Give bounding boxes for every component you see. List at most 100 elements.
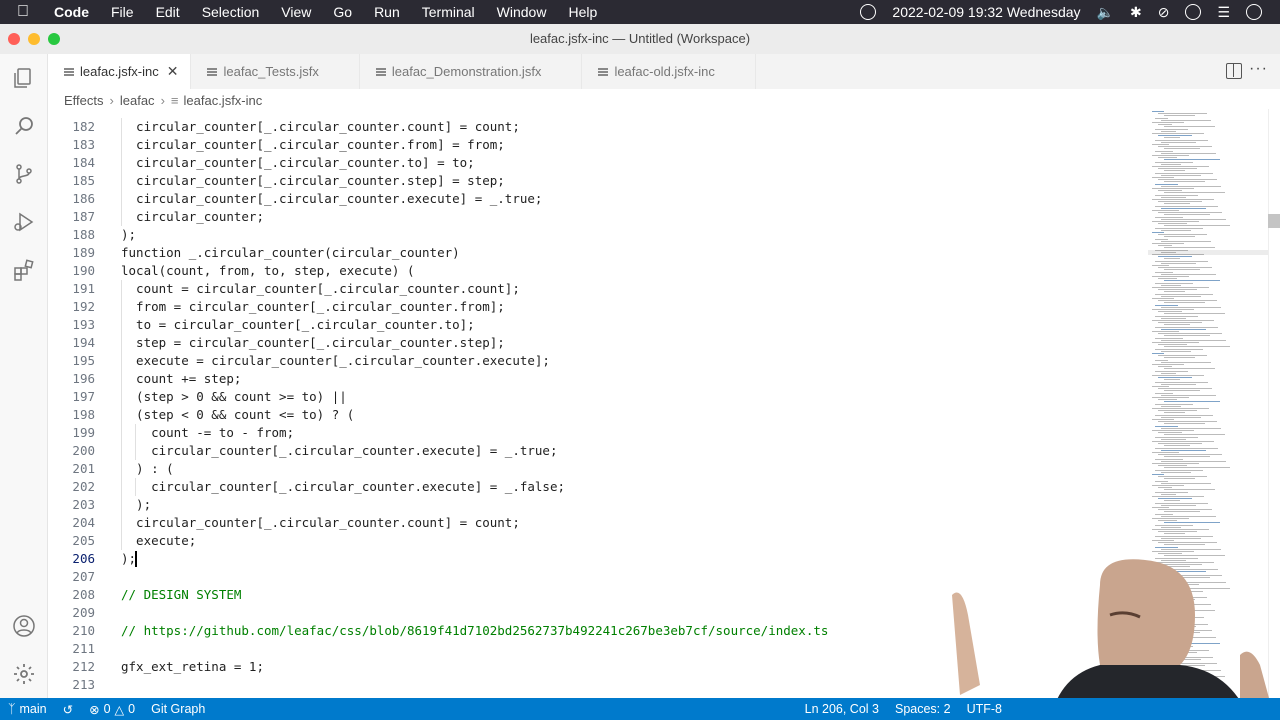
code-line[interactable]: 185 circular_counter[_.circular_counter.… xyxy=(48,172,1148,190)
cursor-position[interactable]: Ln 206, Col 3 xyxy=(797,702,887,716)
wifi-off-icon[interactable]: ⊘ xyxy=(1158,4,1170,21)
search-icon[interactable] xyxy=(12,114,36,138)
code-line[interactable]: 203 ); xyxy=(48,496,1148,514)
code-line[interactable]: 198 (step < 0 && count <= to) ? ( xyxy=(48,406,1148,424)
settings-gear-icon[interactable] xyxy=(12,662,36,686)
tab-leafac-demonstration[interactable]: leafac_Demonstration.jsfx xyxy=(360,54,583,89)
window-title: leafac.jsfx-inc — Untitled (Workspace) xyxy=(529,31,751,46)
code-text: ); xyxy=(121,497,152,512)
control-center-icon[interactable]: ☰ xyxy=(1217,4,1230,21)
code-line[interactable]: 189 function _.circular_counter(circular_… xyxy=(48,244,1148,262)
apple-icon[interactable]:  xyxy=(0,3,46,21)
code-line[interactable]: 183 circular_counter[_.circular_counter.… xyxy=(48,136,1148,154)
code-line[interactable]: 187 circular_counter; xyxy=(48,208,1148,226)
extensions-icon[interactable] xyxy=(12,258,36,282)
code-line[interactable]: 182 circular_counter[_.circular_counter.… xyxy=(48,118,1148,136)
menu-window[interactable]: Window xyxy=(486,4,558,20)
obs-icon[interactable] xyxy=(860,4,877,20)
chevron-right-icon: › xyxy=(160,92,165,108)
activity-bar xyxy=(0,54,48,698)
siri-icon[interactable] xyxy=(1246,4,1262,20)
volume-icon[interactable]: 🔈 xyxy=(1097,4,1114,21)
menu-app-name[interactable]: Code xyxy=(46,4,100,20)
problems-indicator[interactable]: ⊗ 0 △ 0 xyxy=(81,702,143,717)
menu-help[interactable]: Help xyxy=(557,4,608,20)
explorer-icon[interactable] xyxy=(12,66,36,90)
line-number: 210 xyxy=(72,623,95,638)
menu-selection[interactable]: Selection xyxy=(191,4,271,20)
menubar-clock[interactable]: 2022-02-09 19:32 Wednesday xyxy=(892,4,1080,20)
code-line[interactable]: 188); xyxy=(48,226,1148,244)
menu-view[interactable]: View xyxy=(270,4,322,20)
breadcrumb-item[interactable]: leafac.jsfx-inc xyxy=(184,93,263,108)
breadcrumb-item[interactable]: leafac xyxy=(120,93,155,108)
sync-button[interactable]: ↺ xyxy=(55,702,81,717)
code-line[interactable]: 193 to = circular_counter[_.circular_cou… xyxy=(48,316,1148,334)
accounts-icon[interactable] xyxy=(12,614,36,638)
menu-edit[interactable]: Edit xyxy=(145,4,191,20)
tab-leafac-jsfx-inc[interactable]: leafac.jsfx-inc ✕ xyxy=(48,54,192,89)
line-number: 213 xyxy=(72,677,95,692)
close-window-button[interactable] xyxy=(8,33,20,45)
code-text: execute; xyxy=(121,533,197,548)
line-number: 182 xyxy=(72,119,95,134)
code-line[interactable]: 192 from = circular_counter[_.circular_c… xyxy=(48,298,1148,316)
run-debug-icon[interactable] xyxy=(12,210,36,234)
code-line[interactable]: 196 count += step; xyxy=(48,370,1148,388)
line-number: 190 xyxy=(72,263,95,278)
code-text: ); xyxy=(121,227,137,242)
chevron-right-icon: › xyxy=(109,92,114,108)
split-editor-icon[interactable] xyxy=(1226,63,1242,79)
breadcrumb: Effects › leafac › ≡ leafac.jsfx-inc xyxy=(48,89,1280,111)
line-number: 195 xyxy=(72,353,95,368)
source-control-icon[interactable] xyxy=(12,162,36,186)
git-graph-button[interactable]: Git Graph xyxy=(143,702,213,716)
zoom-window-button[interactable] xyxy=(48,33,60,45)
code-line[interactable]: 197 (step > 0 && count >= to) || xyxy=(48,388,1148,406)
menu-file[interactable]: File xyxy=(100,4,145,20)
encoding-setting[interactable]: UTF-8 xyxy=(959,702,1010,716)
code-line[interactable]: 190 local(count, from, to, step, execute)… xyxy=(48,262,1148,280)
scrollbar-thumb[interactable] xyxy=(1268,214,1280,228)
code-text: circular_counter[_.circular_counter.to] … xyxy=(121,155,475,170)
line-number: 208 xyxy=(72,587,95,602)
code-line[interactable]: 202 circular_counter[_.circular_counter.… xyxy=(48,478,1148,496)
code-text: (step < 0 && count <= to) ? ( xyxy=(121,407,355,422)
code-line[interactable]: 204 circular_counter[_.circular_counter.… xyxy=(48,514,1148,532)
code-line[interactable]: 191 count = circular_counter[_.circular_… xyxy=(48,280,1148,298)
minimize-window-button[interactable] xyxy=(28,33,40,45)
code-text: circular_counter[_.circular_counter.coun… xyxy=(121,119,520,134)
line-number: 203 xyxy=(72,497,95,512)
line-number: 207 xyxy=(72,569,95,584)
bluetooth-icon[interactable]: ✱ xyxy=(1130,4,1142,21)
code-text: // DESIGN SYSTEM xyxy=(121,587,242,602)
code-text: // https://github.com/leafac/css/blob/86… xyxy=(121,623,829,638)
code-text: count += step; xyxy=(121,371,242,386)
code-line[interactable]: 205 execute; xyxy=(48,532,1148,550)
code-line[interactable]: 194 step = circular_counter[_.circular_c… xyxy=(48,334,1148,352)
code-line[interactable]: 199 count -= to - from; xyxy=(48,424,1148,442)
line-number: 192 xyxy=(72,299,95,314)
line-number: 193 xyxy=(72,317,95,332)
tab-leafac-tests[interactable]: leafac_Tests.jsfx xyxy=(191,54,360,89)
breadcrumb-item[interactable]: Effects xyxy=(64,93,104,108)
code-line[interactable]: 184 circular_counter[_.circular_counter.… xyxy=(48,154,1148,172)
menu-terminal[interactable]: Terminal xyxy=(411,4,486,20)
code-line[interactable]: 201 ) : ( xyxy=(48,460,1148,478)
line-number: 185 xyxy=(72,173,95,188)
code-line[interactable]: 195 execute = circular_counter[_.circula… xyxy=(48,352,1148,370)
indentation-setting[interactable]: Spaces: 2 xyxy=(887,702,959,716)
tab-leafac-old[interactable]: leafac-old.jsfx-inc xyxy=(582,54,756,89)
code-line[interactable]: 186 circular_counter[_.circular_counter.… xyxy=(48,190,1148,208)
file-lines-icon xyxy=(64,70,74,73)
menu-go[interactable]: Go xyxy=(322,4,363,20)
minimap-slider[interactable] xyxy=(1148,250,1268,255)
code-line[interactable]: 200 circular_counter[_.circular_counter.… xyxy=(48,442,1148,460)
user-icon[interactable] xyxy=(1185,4,1202,20)
more-actions-icon[interactable]: ··· xyxy=(1249,60,1268,78)
branch-indicator[interactable]: ᛉ main xyxy=(0,702,55,716)
close-icon[interactable]: ✕ xyxy=(167,63,179,80)
code-text: from = circular_counter[_.circular_count… xyxy=(121,299,505,314)
line-number: 206 xyxy=(72,551,95,566)
menu-run[interactable]: Run xyxy=(363,4,411,20)
